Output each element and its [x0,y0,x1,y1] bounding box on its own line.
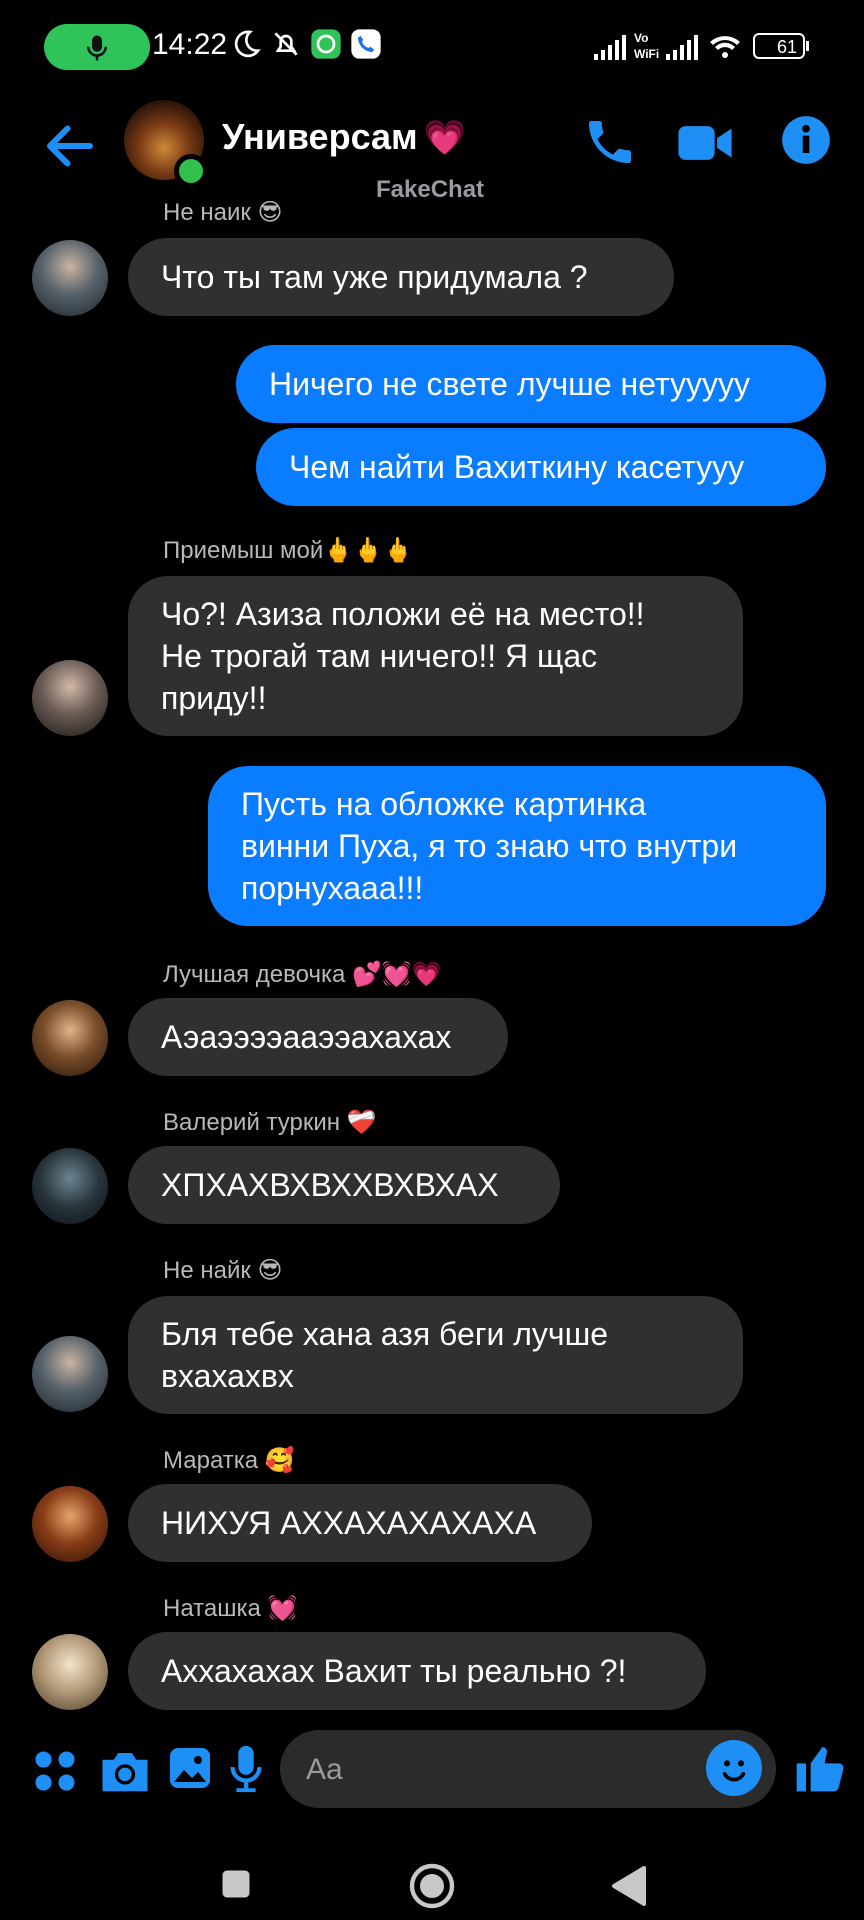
notifications-off-icon [274,32,298,56]
online-status-dot [174,154,208,188]
status-time: 14:22 [152,28,228,61]
active-mic-indicator[interactable] [44,24,150,70]
recent-apps-icon[interactable] [218,1866,254,1902]
incoming-message[interactable]: Бля тебе хана азя беги лучше вхахахвх [128,1296,743,1414]
video-camera-icon[interactable] [676,114,734,172]
message-composer [0,1720,864,1820]
gallery-icon[interactable] [166,1744,214,1792]
sender-name: Маратка 🥰 [163,1447,295,1474]
sender-name: Приемыш мой🖕🖕🖕 [163,537,413,564]
avatar[interactable] [32,1634,108,1710]
avatar[interactable] [32,240,108,316]
network-battery-icons: Vo WiFi [594,31,809,61]
avatar[interactable] [32,1148,108,1224]
avatar[interactable] [32,1336,108,1412]
sender-name: Не наик 😎 [163,199,283,226]
incoming-message[interactable]: ХПХАХВХВХХВХВХАХ [128,1146,560,1224]
whatsapp-icon [311,29,341,59]
incoming-message[interactable]: Чо?! Азиза положи её на место!! Не трога… [128,576,743,736]
message-input[interactable] [304,1744,688,1796]
incoming-message[interactable]: НИХУЯ АХХАХАХАХАХА [128,1484,592,1562]
emoji-button[interactable] [706,1740,762,1796]
microphone-icon [87,35,107,61]
outgoing-message[interactable]: Пусть на обложке картинка винни Пуха, я … [208,766,826,926]
outgoing-message[interactable]: Чем найти Вахиткину касетууу [256,428,826,506]
back-arrow-icon[interactable] [40,116,100,176]
message-input-container [280,1730,776,1808]
back-triangle-icon[interactable] [608,1864,648,1908]
watermark: FakeChat [376,176,485,203]
battery-level: 61 [776,37,797,57]
chat-header: Универсам 💗 FakeChat [0,96,864,226]
avatar[interactable] [32,660,108,736]
incoming-message[interactable]: Что ты там уже придумала ? [128,238,674,316]
avatar[interactable] [32,1000,108,1076]
phone-icon[interactable] [582,114,638,170]
microphone-icon[interactable] [226,1744,266,1794]
sender-name: Не найк 😎 [163,1257,283,1284]
moon-icon [234,30,261,58]
outgoing-message[interactable]: Ничего не свете лучше нетууууу [236,345,826,423]
svg-text:Vo: Vo [634,31,648,45]
incoming-message[interactable]: Аэаээээааээахахах [128,998,508,1076]
sender-name: Лучшая девочка 💕💓💗 [163,961,442,988]
apps-grid-icon[interactable] [32,1748,78,1794]
avatar[interactable] [32,1486,108,1562]
svg-text:WiFi: WiFi [634,47,659,61]
home-icon[interactable] [408,1862,456,1910]
sender-name: Валерий туркин ❤️‍🩹 [163,1109,377,1136]
smiley-icon [722,1760,746,1782]
chat-title[interactable]: Универсам 💗 [222,116,466,158]
incoming-message[interactable]: Аххахахах Вахит ты реально ?! [128,1632,706,1710]
thumbs-up-icon[interactable] [792,1740,848,1796]
status-bar: 14:22 Vo WiFi 61 [0,0,864,96]
system-navigation-bar [0,1820,864,1920]
phone-app-icon [351,29,381,59]
sender-name: Наташка 💓 [163,1595,298,1622]
camera-icon[interactable] [98,1746,152,1796]
title-emoji: 💗 [423,119,467,157]
info-icon[interactable] [780,114,832,166]
